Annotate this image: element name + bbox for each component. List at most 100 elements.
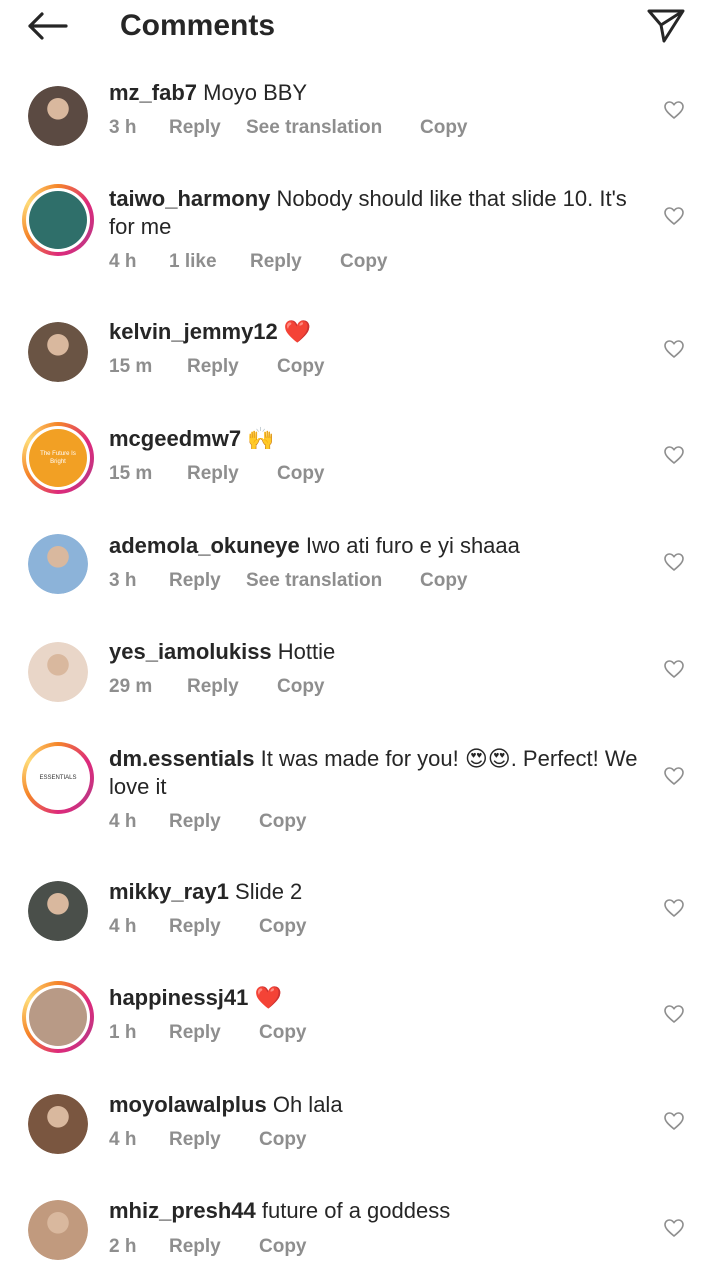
comment-body: Moyo BBY (203, 80, 308, 105)
share-button[interactable] (644, 4, 688, 48)
see-translation-button[interactable]: See translation (246, 117, 420, 139)
comment-meta: 4 h Reply Copy (109, 1129, 319, 1151)
like-comment-button[interactable] (660, 655, 688, 683)
copy-button[interactable]: Copy (259, 916, 319, 938)
avatar-image: ESSENTIALS (29, 749, 87, 807)
comment-username[interactable]: taiwo_harmony (109, 186, 270, 211)
avatar-image (28, 322, 88, 382)
comment-username[interactable]: dm.essentials (109, 746, 255, 771)
copy-button[interactable]: Copy (420, 117, 480, 139)
comment-meta: 4 h Reply Copy (109, 811, 319, 833)
like-comment-button[interactable] (660, 96, 688, 124)
comment-timestamp: 4 h (109, 916, 137, 937)
heart-outline-icon (664, 767, 684, 785)
copy-button[interactable]: Copy (259, 1129, 319, 1151)
back-button[interactable] (22, 6, 72, 46)
likes-count[interactable]: 1 like (169, 251, 250, 273)
copy-button[interactable]: Copy (259, 811, 319, 833)
comment-timestamp: 4 h (109, 251, 137, 272)
like-comment-button[interactable] (660, 1214, 688, 1242)
comment-timestamp: 29 m (109, 676, 153, 697)
comment-body: future of a goddess (261, 1198, 451, 1223)
avatar[interactable] (22, 316, 94, 388)
story-ring: ESSENTIALS (22, 742, 94, 814)
like-comment-button[interactable] (660, 335, 688, 363)
header-bar: Comments (0, 0, 720, 60)
avatar[interactable] (22, 875, 94, 947)
comment-username[interactable]: kelvin_jemmy12 (109, 319, 278, 344)
copy-button[interactable]: Copy (340, 251, 400, 273)
comment-body: Iwo ati furo e yi shaaa (305, 533, 520, 558)
avatar-image (28, 86, 88, 146)
reply-button[interactable]: Reply (187, 356, 277, 378)
reply-button[interactable]: Reply (169, 1022, 259, 1044)
reply-button[interactable]: Reply (169, 570, 246, 592)
reply-button[interactable]: Reply (169, 811, 259, 833)
reply-button[interactable]: Reply (187, 463, 277, 485)
reply-button[interactable]: Reply (169, 1129, 259, 1151)
avatar-caption: ESSENTIALS (39, 775, 77, 781)
story-ring (22, 981, 94, 1053)
comment-username[interactable]: mhiz_presh44 (109, 1198, 256, 1223)
comment-meta: 4 h Reply Copy (109, 916, 319, 938)
reply-button[interactable]: Reply (169, 1236, 259, 1258)
copy-button[interactable]: Copy (420, 570, 480, 592)
arrow-left-icon (28, 12, 68, 40)
see-translation-button[interactable]: See translation (246, 570, 420, 592)
avatar-image (28, 1200, 88, 1260)
avatar[interactable] (22, 1088, 94, 1160)
comment-username[interactable]: moyolawalplus (109, 1092, 267, 1117)
heart-outline-icon (664, 1005, 684, 1023)
like-comment-button[interactable] (660, 548, 688, 576)
avatar[interactable] (22, 981, 94, 1053)
copy-button[interactable]: Copy (259, 1236, 319, 1258)
comment-timestamp: 1 h (109, 1022, 137, 1043)
comment-timestamp: 4 h (109, 811, 137, 832)
heart-outline-icon (664, 446, 684, 464)
comment-text: moyolawalplus Oh lala (109, 1091, 639, 1119)
comment-text: happinessj41 ❤️ (109, 984, 639, 1012)
story-ring: The Future Is Bright (22, 422, 94, 494)
comment-body: ❤️ (283, 319, 312, 344)
copy-button[interactable]: Copy (277, 463, 337, 485)
avatar-image (29, 191, 87, 249)
avatar[interactable]: ESSENTIALS (22, 742, 94, 814)
avatar[interactable]: The Future Is Bright (22, 422, 94, 494)
like-comment-button[interactable] (660, 202, 688, 230)
copy-button[interactable]: Copy (277, 356, 337, 378)
comment-username[interactable]: happinessj41 (109, 985, 248, 1010)
reply-button[interactable]: Reply (169, 117, 246, 139)
heart-outline-icon (664, 340, 684, 358)
like-comment-button[interactable] (660, 441, 688, 469)
avatar[interactable] (22, 184, 94, 256)
story-ring (22, 184, 94, 256)
avatar[interactable] (22, 1194, 94, 1266)
reply-button[interactable]: Reply (250, 251, 340, 273)
comment-username[interactable]: mcgeedmw7 (109, 426, 241, 451)
reply-button[interactable]: Reply (169, 916, 259, 938)
avatar[interactable] (22, 80, 94, 152)
reply-button[interactable]: Reply (187, 676, 277, 698)
comment-body: Hottie (277, 639, 336, 664)
comment-username[interactable]: mz_fab7 (109, 80, 197, 105)
comment-timestamp: 3 h (109, 117, 137, 138)
avatar[interactable] (22, 636, 94, 708)
heart-outline-icon (664, 207, 684, 225)
like-comment-button[interactable] (660, 1000, 688, 1028)
like-comment-button[interactable] (660, 1107, 688, 1135)
comment-timestamp: 4 h (109, 1129, 137, 1150)
paper-plane-icon (647, 9, 685, 43)
comment-meta: 3 h Reply See translation Copy (109, 117, 480, 139)
comment-username[interactable]: mikky_ray1 (109, 879, 229, 904)
like-comment-button[interactable] (660, 762, 688, 790)
like-comment-button[interactable] (660, 894, 688, 922)
comment-username[interactable]: yes_iamolukiss (109, 639, 272, 664)
comment-username[interactable]: ademola_okuneye (109, 533, 300, 558)
copy-button[interactable]: Copy (277, 676, 337, 698)
copy-button[interactable]: Copy (259, 1022, 319, 1044)
comment-text: mikky_ray1 Slide 2 (109, 878, 639, 906)
comment-text: mcgeedmw7 🙌 (109, 425, 639, 453)
avatar-image (28, 1094, 88, 1154)
comment-meta: 4 h 1 like Reply Copy (109, 251, 400, 273)
avatar[interactable] (22, 528, 94, 600)
